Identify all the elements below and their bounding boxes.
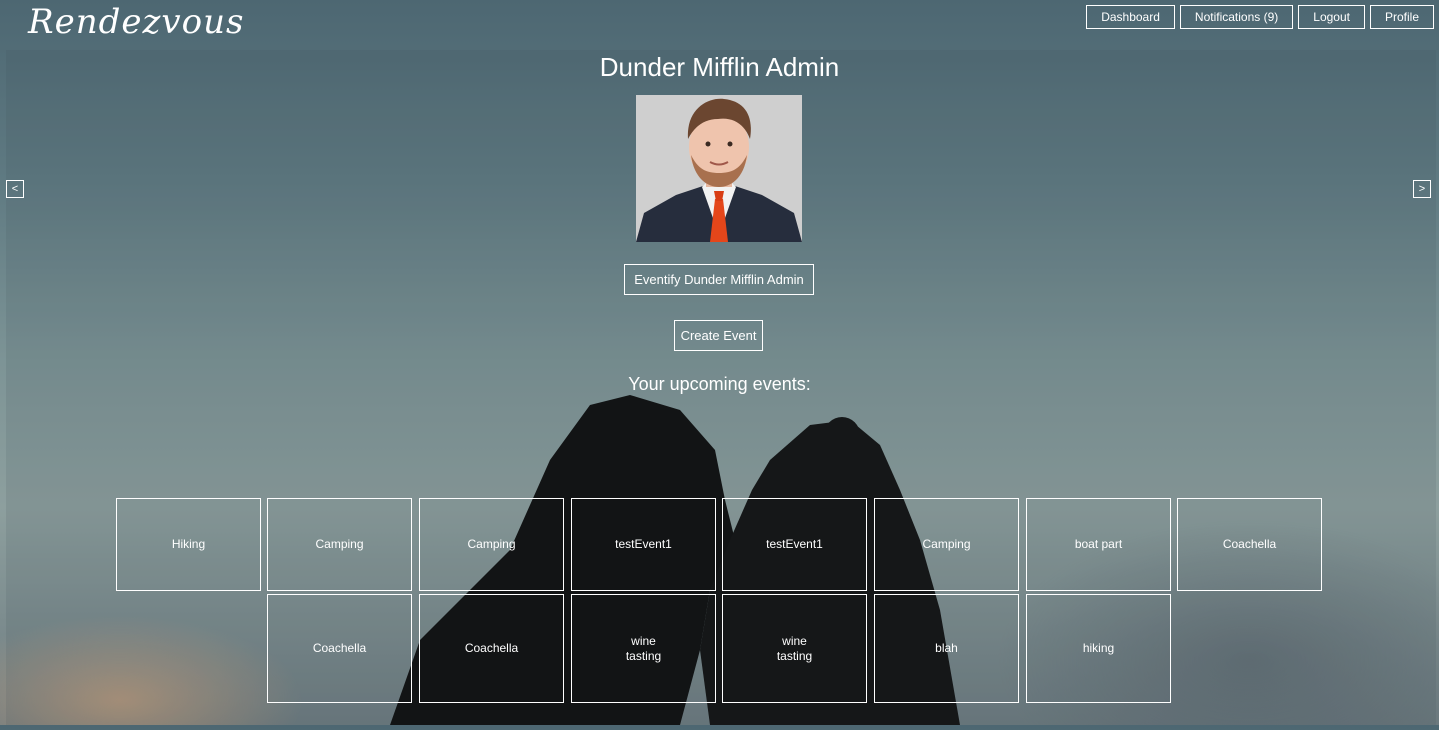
carousel-next-button[interactable]: >: [1413, 180, 1431, 198]
create-event-button[interactable]: Create Event: [674, 320, 763, 351]
dashboard-button[interactable]: Dashboard: [1086, 5, 1175, 29]
logout-button[interactable]: Logout: [1298, 5, 1365, 29]
upcoming-events-heading: Your upcoming events:: [628, 374, 811, 394]
event-tile[interactable]: Coachella: [267, 594, 412, 703]
event-tile[interactable]: Coachella: [419, 594, 564, 703]
carousel-prev-button[interactable]: <: [6, 180, 24, 198]
profile-avatar: [636, 95, 802, 242]
event-tile[interactable]: hiking: [1026, 594, 1171, 703]
event-tile[interactable]: testEvent1: [722, 498, 867, 591]
event-tile[interactable]: wine tasting: [722, 594, 867, 703]
app-logo[interactable]: Rendezvous: [28, 2, 244, 42]
event-tile[interactable]: Camping: [419, 498, 564, 591]
notifications-button[interactable]: Notifications (9): [1179, 5, 1294, 29]
event-tile[interactable]: Camping: [874, 498, 1019, 591]
event-tile[interactable]: wine tasting: [571, 594, 716, 703]
profile-name: Dunder Mifflin Admin: [599, 52, 840, 82]
event-tile[interactable]: boat part: [1026, 498, 1171, 591]
profile-button[interactable]: Profile: [1369, 5, 1434, 29]
eventify-user-button[interactable]: Eventify Dunder Mifflin Admin: [624, 264, 814, 295]
top-nav: Dashboard Notifications (9) Logout Profi…: [1086, 5, 1434, 29]
event-tile[interactable]: testEvent1: [571, 498, 716, 591]
event-tile[interactable]: Camping: [267, 498, 412, 591]
event-tile[interactable]: Hiking: [116, 498, 261, 591]
event-tile[interactable]: Coachella: [1177, 498, 1322, 591]
event-tile[interactable]: blah: [874, 594, 1019, 703]
top-bar: Rendezvous Dashboard Notifications (9) L…: [0, 0, 1439, 48]
